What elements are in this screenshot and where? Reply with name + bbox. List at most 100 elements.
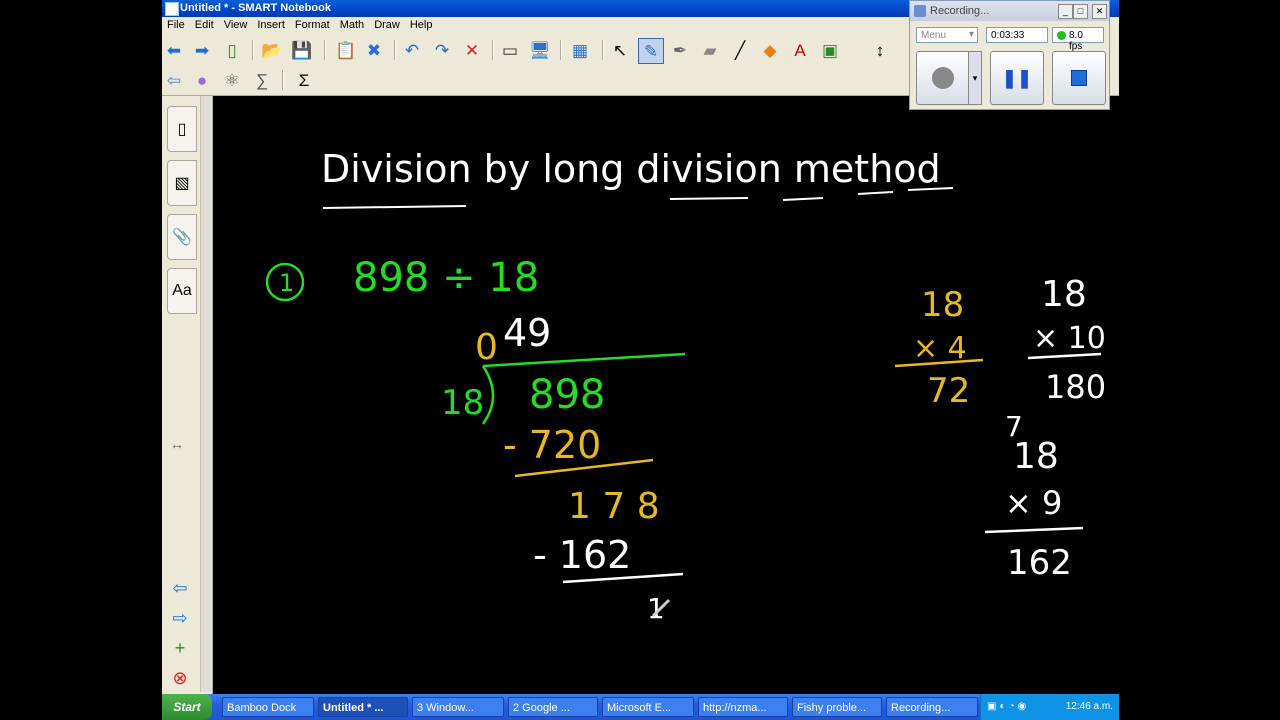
add-page-icon[interactable]: ▯ [220, 38, 244, 62]
forward-icon[interactable]: ➡ [190, 38, 214, 62]
task-microsoft-excel[interactable]: Microsoft E... [602, 697, 694, 717]
toolbar-separator [492, 40, 494, 60]
start-label: Start [173, 700, 201, 714]
problem-number: 1 [279, 269, 294, 297]
eraser-icon[interactable]: ▰ [698, 38, 722, 62]
undo-icon[interactable]: ↶ [400, 38, 424, 62]
task-bamboo-dock[interactable]: Bamboo Dock [222, 697, 314, 717]
next-page-icon[interactable]: ⇨ [168, 606, 192, 630]
dividend: 898 [529, 372, 605, 418]
recorder-panel: Recording... _ □ ✕ Menu ▾ 0:03:33 8.0 fp… [909, 0, 1110, 110]
record-icon [932, 67, 954, 89]
task-recorder[interactable]: Recording... [886, 697, 978, 717]
open-icon[interactable]: 📂 [260, 38, 284, 62]
task-pdf-document[interactable]: Fishy proble... [792, 697, 882, 717]
line-icon[interactable]: ╱ [728, 38, 752, 62]
page-sorter-tab-icon[interactable]: ▯ [167, 106, 197, 152]
menu-edit[interactable]: Edit [190, 17, 219, 33]
properties-tab-icon[interactable]: Aa [167, 268, 197, 314]
delete-page-icon[interactable]: ⊗ [168, 666, 192, 690]
paste-icon[interactable]: 📋 [334, 38, 358, 62]
task-google-chrome[interactable]: 2 Google ... [508, 697, 598, 717]
work-b-multiplier: × 10 [1033, 321, 1106, 356]
work-b-result: 180 [1045, 368, 1106, 406]
quotient: 49 [503, 311, 551, 355]
back-icon[interactable]: ⬅ [162, 38, 186, 62]
system-tray: ▣◐◔◉ 12:46 a.m. [980, 694, 1119, 720]
side-panel-scrollbar[interactable] [200, 96, 211, 692]
delete-page-icon[interactable]: ✖ [362, 38, 386, 62]
recorder-title: Recording... [930, 5, 990, 17]
shapes-icon[interactable]: ◆ [758, 38, 782, 62]
fill-icon[interactable]: ▣ [818, 38, 842, 62]
stop-button[interactable] [1052, 51, 1106, 105]
task-smart-notebook[interactable]: Untitled * ... [318, 697, 408, 717]
creative-pen-icon[interactable]: ✒ [668, 38, 692, 62]
text-icon[interactable]: A [788, 38, 812, 62]
pause-button[interactable]: ❚❚ [990, 51, 1044, 105]
table-icon[interactable]: ▦ [568, 38, 592, 62]
pause-icon: ❚❚ [1001, 67, 1033, 88]
division-bracket [481, 365, 495, 425]
toolbar-separator [252, 40, 254, 60]
tray-icons[interactable]: ▣◐◔◉ [987, 701, 1029, 712]
minimize-icon[interactable]: _ [1058, 4, 1073, 19]
resize-handle-icon[interactable]: ↔ [170, 436, 184, 452]
redo-icon[interactable]: ↷ [430, 38, 454, 62]
start-button[interactable]: Start [162, 694, 212, 720]
close-icon[interactable]: ✕ [1092, 4, 1107, 19]
maximize-icon[interactable]: □ [1073, 4, 1088, 19]
save-icon[interactable]: 💾 [290, 38, 314, 62]
chevron-down-icon: ▾ [968, 29, 974, 40]
menu-format[interactable]: Format [290, 17, 335, 33]
toolbar-separator [394, 40, 396, 60]
move-toolbar-icon[interactable]: ⇦ [162, 68, 186, 92]
display-icon[interactable]: 🖥 [528, 38, 552, 62]
heading-text: Division by long division method [321, 147, 941, 191]
shape-recognition-icon[interactable]: ⚛ [220, 68, 244, 92]
toolbar-separator [324, 40, 326, 60]
toolbar-separator [560, 40, 562, 60]
gallery-tab-icon[interactable]: ▧ [167, 160, 197, 206]
attachments-tab-icon[interactable]: 📎 [167, 214, 197, 260]
prev-page-icon[interactable]: ⇦ [168, 576, 192, 600]
record-options-dropdown[interactable]: ▾ [968, 51, 982, 105]
clock: 12:46 a.m. [1065, 701, 1113, 712]
menu-draw[interactable]: Draw [369, 17, 405, 33]
heading-underlines [322, 187, 954, 209]
add-page-icon[interactable]: + [168, 636, 192, 660]
math-tools-icon[interactable]: ∑ [250, 68, 274, 92]
record-button[interactable] [916, 51, 970, 105]
menu-insert[interactable]: Insert [252, 17, 290, 33]
menu-help[interactable]: Help [405, 17, 438, 33]
recorder-menu-dropdown[interactable]: Menu ▾ [916, 27, 978, 43]
work-c-top: 18 [1013, 436, 1059, 477]
task-windows-explorer[interactable]: 3 Window... [412, 697, 504, 717]
fps-value: 8.0 fps [1069, 30, 1083, 52]
work-a-result: 72 [927, 371, 970, 411]
work-c-line [984, 526, 1084, 534]
task-internet-explorer[interactable]: http://nzma... [698, 697, 788, 717]
menu-math[interactable]: Math [335, 17, 369, 33]
screen-shade-icon[interactable]: ▭ [498, 38, 522, 62]
select-icon[interactable]: ↖ [608, 38, 632, 62]
sigma-icon[interactable]: Σ [292, 68, 316, 92]
menu-file[interactable]: File [162, 17, 190, 33]
subtract-162: - 162 [533, 533, 631, 577]
ink-layer: Division by long division method 1 898 ÷… [265, 147, 1106, 625]
remainder-178: 1 7 8 [568, 486, 660, 527]
division-bar [482, 352, 686, 368]
side-panel: ▯ ▧ 📎 Aa ↔ ⇦ ⇨ + ⊗ [162, 96, 213, 694]
problem-statement: 898 ÷ 18 [353, 255, 539, 301]
magic-pen-icon[interactable]: ● [190, 68, 214, 92]
toolbar-separator [282, 70, 284, 90]
subtract-720: - 720 [503, 423, 601, 467]
properties-icon[interactable]: ↕ [868, 38, 892, 62]
recording-time: 0:03:33 [986, 27, 1048, 43]
menu-view[interactable]: View [219, 17, 253, 33]
toolbar-separator [602, 40, 604, 60]
whiteboard-canvas[interactable]: Division by long division method 1 898 ÷… [213, 96, 1119, 694]
delete-icon[interactable]: ✕ [460, 38, 484, 62]
recorder-title-bar[interactable]: Recording... _ □ ✕ [910, 1, 1109, 21]
pen-icon[interactable]: ✎ [638, 38, 664, 64]
